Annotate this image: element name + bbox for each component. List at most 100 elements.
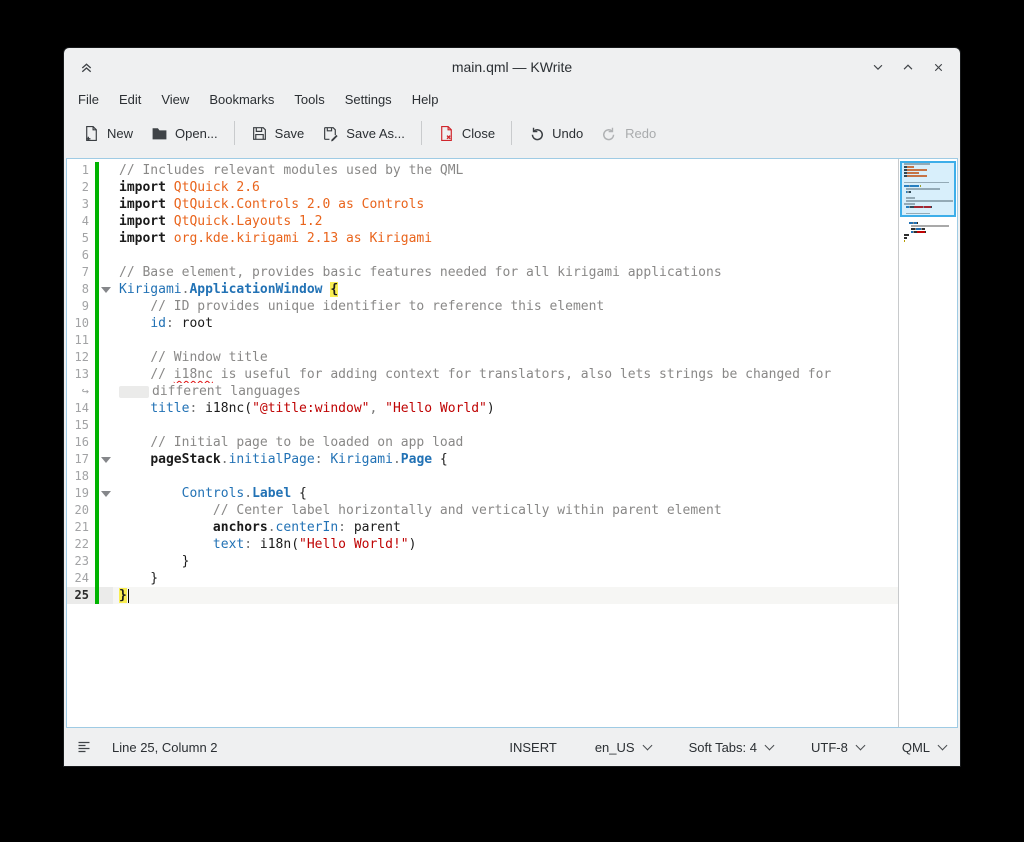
open-button[interactable]: Open... <box>142 119 227 148</box>
new-button[interactable]: New <box>74 119 142 148</box>
line-number: 24 <box>67 570 93 587</box>
code-segment: // Includes relevant modules used by the… <box>119 163 463 178</box>
toolbar-separator <box>421 121 422 145</box>
menu-help[interactable]: Help <box>402 88 449 111</box>
minimap[interactable] <box>898 159 957 727</box>
gutter-marker <box>93 196 113 213</box>
gutter-marker <box>93 451 113 468</box>
encoding-label: UTF-8 <box>811 740 848 755</box>
gutter-marker <box>93 519 113 536</box>
menu-tools[interactable]: Tools <box>284 88 334 111</box>
minimize-button[interactable] <box>868 57 888 77</box>
code-text: Controls.Label { <box>113 485 898 502</box>
code-text: // Center label horizontally and vertica… <box>113 502 898 519</box>
code-line[interactable]: 15 <box>67 417 898 434</box>
menu-edit[interactable]: Edit <box>109 88 151 111</box>
gutter-marker <box>93 213 113 230</box>
text-editor[interactable]: 1// Includes relevant modules used by th… <box>67 159 898 727</box>
code-line[interactable]: 3import QtQuick.Controls 2.0 as Controls <box>67 196 898 213</box>
dictionary-label: en_US <box>595 740 635 755</box>
modified-line-indicator <box>95 315 99 332</box>
syntax-label: QML <box>902 740 930 755</box>
code-segment: QtQuick.Layouts 1.2 <box>166 214 323 229</box>
modified-line-indicator <box>95 264 99 281</box>
minimize-icon <box>871 60 885 74</box>
input-mode[interactable]: INSERT <box>509 740 556 755</box>
code-segment: { <box>330 282 338 297</box>
code-line[interactable]: 19 Controls.Label { <box>67 485 898 502</box>
encoding-selector[interactable]: UTF-8 <box>811 740 864 755</box>
fold-marker-icon[interactable] <box>101 287 111 293</box>
code-line[interactable]: 9 // ID provides unique identifier to re… <box>67 298 898 315</box>
maximize-button[interactable] <box>898 57 918 77</box>
code-segment: } <box>119 571 158 586</box>
line-number: 23 <box>67 553 93 570</box>
code-line[interactable]: 25} <box>67 587 898 604</box>
code-line[interactable]: 22 text: i18n("Hello World!") <box>67 536 898 553</box>
code-line[interactable]: 4import QtQuick.Layouts 1.2 <box>67 213 898 230</box>
modified-line-indicator <box>95 400 99 417</box>
gutter-marker <box>93 383 113 400</box>
line-number: 18 <box>67 468 93 485</box>
code-line[interactable]: 16 // Initial page to be loaded on app l… <box>67 434 898 451</box>
modified-line-indicator <box>95 553 99 570</box>
code-text: } <box>113 553 898 570</box>
code-line[interactable]: 11 <box>67 332 898 349</box>
close-document-button[interactable]: Close <box>429 119 504 148</box>
code-segment: "@title:window" <box>252 401 369 416</box>
code-line[interactable]: 10 id: root <box>67 315 898 332</box>
code-line[interactable]: 13 // i18nc is useful for adding context… <box>67 366 898 383</box>
code-line[interactable]: 14 title: i18nc("@title:window", "Hello … <box>67 400 898 417</box>
menu-file[interactable]: File <box>68 88 109 111</box>
code-line-wrap[interactable]: ↪different languages <box>67 383 898 400</box>
code-segment <box>119 435 150 450</box>
code-segment: Kirigami <box>330 452 393 467</box>
code-segment: . <box>268 520 276 535</box>
editor-frame: 1// Includes relevant modules used by th… <box>66 158 958 728</box>
line-number: 16 <box>67 434 93 451</box>
dictionary-selector[interactable]: en_US <box>595 740 651 755</box>
code-line[interactable]: 20 // Center label horizontally and vert… <box>67 502 898 519</box>
minimap-viewport[interactable] <box>900 161 956 217</box>
fold-marker-icon[interactable] <box>101 457 111 463</box>
undo-button[interactable]: Undo <box>519 119 592 148</box>
line-number: 6 <box>67 247 93 264</box>
cursor-position[interactable]: Line 25, Column 2 <box>112 740 218 755</box>
code-segment: { <box>432 452 448 467</box>
code-line[interactable]: 12 // Window title <box>67 349 898 366</box>
code-segment: parent <box>354 520 401 535</box>
code-line[interactable]: 1// Includes relevant modules used by th… <box>67 162 898 179</box>
menu-bookmarks[interactable]: Bookmarks <box>199 88 284 111</box>
close-window-button[interactable] <box>928 57 948 77</box>
code-segment <box>119 503 213 518</box>
titlebar[interactable]: main.qml — KWrite <box>64 48 960 86</box>
tab-mode-selector[interactable]: Soft Tabs: 4 <box>689 740 773 755</box>
syntax-mode-selector[interactable]: QML <box>902 740 946 755</box>
code-line[interactable]: 8Kirigami.ApplicationWindow { <box>67 281 898 298</box>
menu-view[interactable]: View <box>151 88 199 111</box>
code-line[interactable]: 18 <box>67 468 898 485</box>
code-segment: QtQuick.Controls 2.0 as Controls <box>166 197 424 212</box>
code-line[interactable]: 24 } <box>67 570 898 587</box>
code-line[interactable]: 17 pageStack.initialPage: Kirigami.Page … <box>67 451 898 468</box>
word-count-icon[interactable] <box>76 739 92 755</box>
code-line[interactable]: 7// Base element, provides basic feature… <box>67 264 898 281</box>
redo-icon <box>601 125 618 142</box>
code-segment: org.kde.kirigami 2.13 as Kirigami <box>166 231 432 246</box>
code-line[interactable]: 6 <box>67 247 898 264</box>
save-button[interactable]: Save <box>242 119 314 148</box>
save-button-label: Save <box>275 126 305 141</box>
save-as-button[interactable]: Save As... <box>313 119 414 148</box>
gutter-marker <box>93 332 113 349</box>
menu-settings[interactable]: Settings <box>335 88 402 111</box>
modified-line-indicator <box>95 298 99 315</box>
code-line[interactable]: 23 } <box>67 553 898 570</box>
fold-marker-icon[interactable] <box>101 491 111 497</box>
gutter-marker <box>93 179 113 196</box>
code-line[interactable]: 2import QtQuick 2.6 <box>67 179 898 196</box>
line-number: 11 <box>67 332 93 349</box>
code-line[interactable]: 21 anchors.centerIn: parent <box>67 519 898 536</box>
redo-button[interactable]: Redo <box>592 119 665 148</box>
code-line[interactable]: 5import org.kde.kirigami 2.13 as Kirigam… <box>67 230 898 247</box>
modified-line-indicator <box>95 213 99 230</box>
